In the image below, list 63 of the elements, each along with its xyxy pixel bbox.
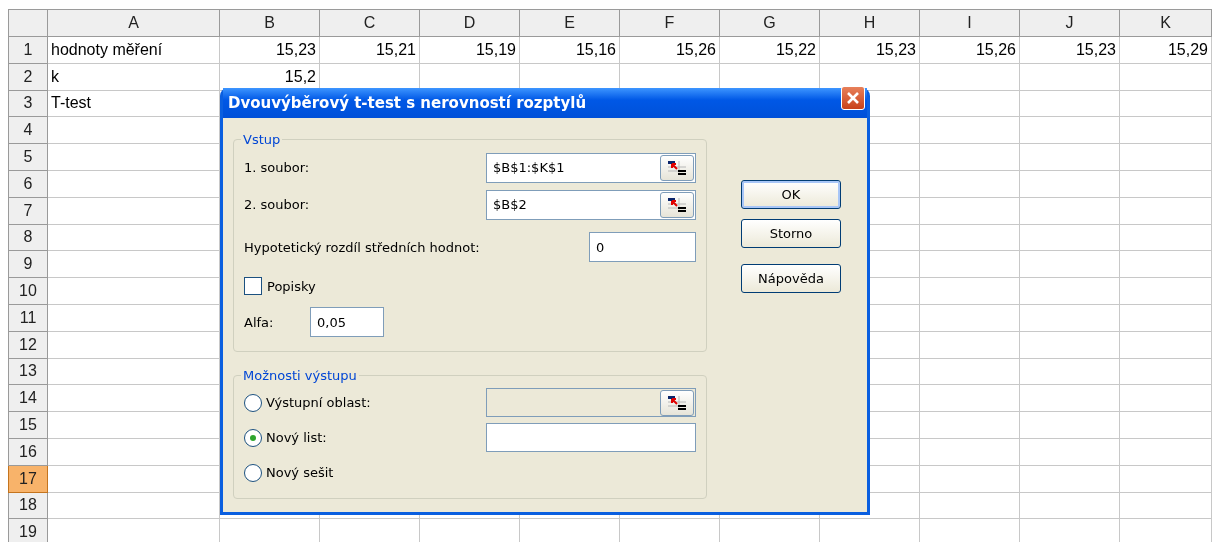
table-cell[interactable]: 15,29 bbox=[1120, 37, 1212, 64]
row-header[interactable]: 10 bbox=[8, 278, 48, 305]
input-field[interactable]: 0 bbox=[589, 232, 696, 262]
table-cell[interactable]: k bbox=[48, 63, 220, 91]
table-cell[interactable]: 15,26 bbox=[620, 37, 720, 64]
dialog-button[interactable]: Storno bbox=[741, 219, 841, 248]
row-header[interactable]: 1 bbox=[8, 37, 48, 64]
field-value: $B$2 bbox=[493, 197, 527, 212]
input-field[interactable]: 0,05 bbox=[310, 307, 384, 337]
table-cell[interactable]: 15,21 bbox=[320, 37, 420, 64]
row-header[interactable]: 14 bbox=[8, 385, 48, 413]
dialog-button[interactable]: Nápověda bbox=[741, 264, 841, 293]
row-header[interactable]: 4 bbox=[8, 117, 48, 145]
row-header[interactable]: 9 bbox=[8, 251, 48, 279]
column-header[interactable]: H bbox=[820, 9, 920, 37]
row-header[interactable]: 2 bbox=[8, 63, 48, 91]
radio-label[interactable]: Nový list: bbox=[266, 430, 327, 445]
column-header[interactable]: K bbox=[1120, 9, 1212, 37]
column-header[interactable]: A bbox=[48, 9, 220, 37]
column-header[interactable]: E bbox=[520, 9, 620, 37]
input-field[interactable]: $B$1:$K$1 bbox=[486, 152, 696, 183]
row-header[interactable]: 8 bbox=[8, 224, 48, 252]
row-header[interactable]: 7 bbox=[8, 197, 48, 225]
group-legend: Vstup bbox=[241, 132, 283, 147]
column-header[interactable]: D bbox=[420, 9, 520, 37]
window-title: Dvouvýběrový t-test s nerovností rozptylů bbox=[228, 94, 587, 112]
checkbox-label[interactable]: Popisky bbox=[267, 278, 316, 294]
group-legend: Možnosti výstupu bbox=[241, 368, 359, 383]
row-header[interactable]: 11 bbox=[8, 304, 48, 332]
field-label: Hypotetický rozdíl středních hodnot: bbox=[244, 239, 480, 255]
table-cell[interactable]: 15,19 bbox=[420, 37, 520, 64]
table-cell[interactable]: 15,23 bbox=[220, 37, 320, 64]
field-label: 1. soubor: bbox=[244, 160, 310, 175]
field-label: Alfa: bbox=[244, 314, 275, 330]
row-header[interactable]: 19 bbox=[8, 519, 48, 542]
table-cell[interactable]: 15,23 bbox=[820, 37, 920, 64]
row-header[interactable]: 16 bbox=[8, 438, 48, 466]
row-header[interactable]: 3 bbox=[8, 90, 48, 118]
column-header[interactable]: B bbox=[220, 9, 320, 37]
row-header[interactable]: 5 bbox=[8, 144, 48, 171]
table-cell[interactable]: 15,16 bbox=[520, 37, 620, 64]
row-header[interactable]: 6 bbox=[8, 171, 48, 198]
column-header[interactable]: I bbox=[920, 9, 1020, 37]
table-cell[interactable]: T-test bbox=[48, 90, 220, 118]
row-header[interactable]: 17 bbox=[8, 465, 48, 493]
dialog-button[interactable]: OK bbox=[741, 180, 841, 209]
radio-label[interactable]: Nový sešit bbox=[266, 465, 334, 480]
input-field[interactable]: $B$2 bbox=[486, 189, 696, 220]
table-cell[interactable]: 15,23 bbox=[1020, 37, 1120, 64]
row-header[interactable]: 13 bbox=[8, 358, 48, 386]
column-header[interactable]: J bbox=[1020, 9, 1120, 37]
radio-label[interactable]: Výstupní oblast: bbox=[266, 395, 371, 410]
field-value: $B$1:$K$1 bbox=[493, 160, 565, 175]
row-header[interactable]: 15 bbox=[8, 412, 48, 439]
field-label: 2. soubor: bbox=[244, 197, 310, 212]
column-header[interactable]: G bbox=[720, 9, 820, 37]
table-cell[interactable]: 15,26 bbox=[920, 37, 1020, 64]
column-header[interactable]: F bbox=[620, 9, 720, 37]
row-header[interactable]: 12 bbox=[8, 331, 48, 359]
column-header[interactable]: C bbox=[320, 9, 420, 37]
table-cell[interactable]: 15,22 bbox=[720, 37, 820, 64]
row-header[interactable]: 18 bbox=[8, 492, 48, 520]
table-cell[interactable]: hodnoty měření bbox=[48, 37, 220, 64]
